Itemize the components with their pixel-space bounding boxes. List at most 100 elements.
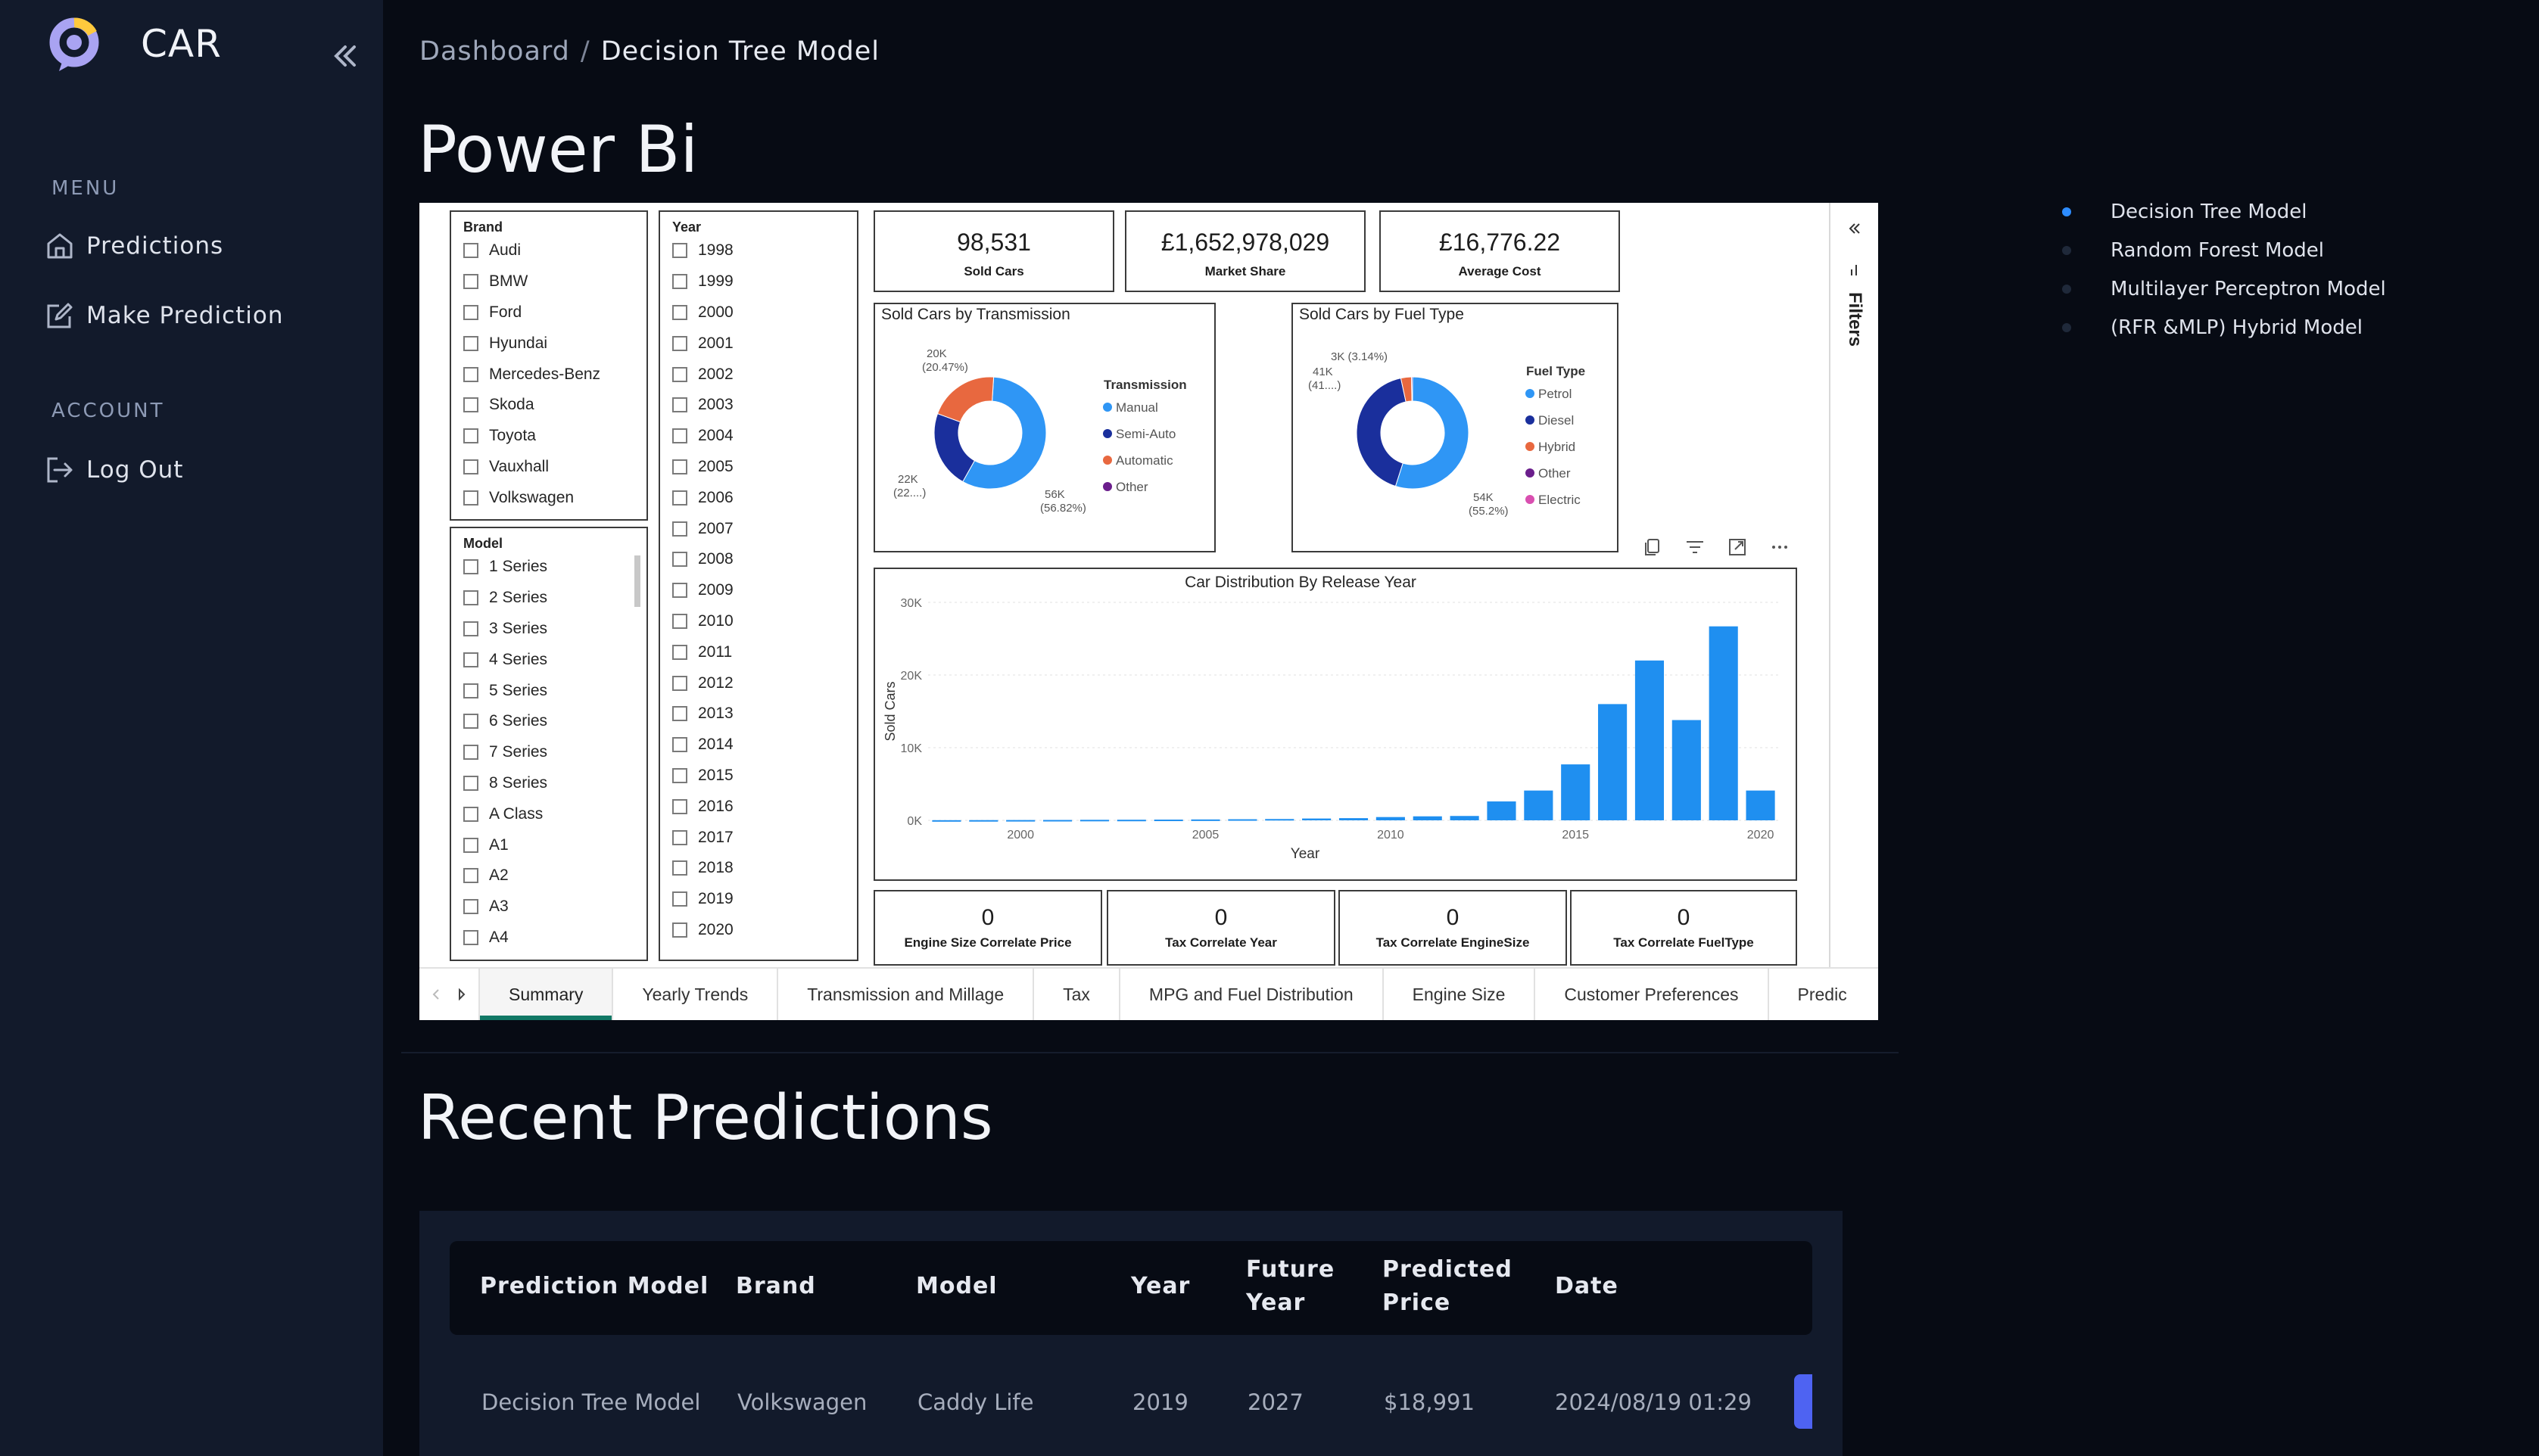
- slicer-item[interactable]: 2000: [660, 297, 857, 328]
- tab-prev-icon[interactable]: [431, 987, 441, 1002]
- slicer-item[interactable]: 1998: [660, 235, 857, 266]
- model-nav-random-forest[interactable]: Random Forest Model: [2062, 231, 2386, 269]
- header-model[interactable]: Model: [916, 1270, 998, 1303]
- header-date[interactable]: Date: [1555, 1270, 1618, 1303]
- slicer-item[interactable]: 1999: [660, 266, 857, 297]
- slicer-item[interactable]: 2018: [660, 853, 857, 884]
- slicer-item[interactable]: 3 Series: [451, 614, 646, 645]
- slicer-item[interactable]: A1: [451, 829, 646, 860]
- header-predicted-price[interactable]: Predicted Price: [1382, 1253, 1512, 1320]
- tab-customer-preferences[interactable]: Customer Preferences: [1534, 969, 1767, 1020]
- expand-filters-icon[interactable]: [1847, 221, 1862, 236]
- checkbox[interactable]: [463, 621, 478, 636]
- header-brand[interactable]: Brand: [736, 1270, 816, 1303]
- checkbox[interactable]: [463, 590, 478, 606]
- slicer-item[interactable]: 5 Series: [451, 675, 646, 706]
- slicer-item[interactable]: 6 Series: [451, 706, 646, 737]
- checkbox[interactable]: [463, 899, 478, 915]
- checkbox[interactable]: [672, 552, 687, 568]
- checkbox[interactable]: [672, 767, 687, 783]
- checkbox[interactable]: [463, 806, 478, 822]
- checkbox[interactable]: [463, 459, 478, 474]
- checkbox[interactable]: [463, 397, 478, 413]
- checkbox[interactable]: [463, 837, 478, 853]
- checkbox[interactable]: [463, 304, 478, 320]
- checkbox[interactable]: [672, 335, 687, 351]
- slicer-item[interactable]: 2016: [660, 791, 857, 822]
- slicer-item[interactable]: 2007: [660, 513, 857, 544]
- checkbox[interactable]: [672, 304, 687, 320]
- checkbox[interactable]: [463, 274, 478, 290]
- slicer-item[interactable]: 2012: [660, 667, 857, 698]
- checkbox[interactable]: [672, 860, 687, 876]
- header-future-year[interactable]: Future Year: [1246, 1253, 1335, 1320]
- slicer-item[interactable]: A3: [451, 891, 646, 922]
- checkbox[interactable]: [672, 922, 687, 938]
- nav-make-prediction[interactable]: Make Prediction: [44, 300, 284, 331]
- checkbox[interactable]: [672, 521, 687, 537]
- slicer-item[interactable]: 1 Series: [451, 552, 646, 583]
- checkbox[interactable]: [463, 775, 478, 791]
- filters-pane[interactable]: Filters: [1829, 203, 1878, 967]
- slicer-item[interactable]: 2019: [660, 884, 857, 915]
- model-nav-decision-tree[interactable]: Decision Tree Model: [2062, 192, 2386, 231]
- nav-log-out[interactable]: Log Out: [44, 454, 183, 486]
- slicer-item[interactable]: 2 Series: [451, 583, 646, 614]
- slicer-item[interactable]: 2002: [660, 359, 857, 390]
- slicer-item[interactable]: A Class: [451, 798, 646, 829]
- checkbox[interactable]: [672, 829, 687, 845]
- slicer-item[interactable]: Volkswagen: [451, 482, 646, 513]
- tab-next-icon[interactable]: [456, 987, 467, 1002]
- checkbox[interactable]: [463, 243, 478, 259]
- slicer-item[interactable]: Vauxhall: [451, 452, 646, 483]
- slicer-item[interactable]: Skoda: [451, 390, 646, 421]
- breadcrumb-dashboard[interactable]: Dashboard: [419, 36, 570, 67]
- slicer-item[interactable]: 2014: [660, 730, 857, 761]
- checkbox[interactable]: [672, 397, 687, 413]
- checkbox[interactable]: [672, 675, 687, 691]
- checkbox[interactable]: [463, 683, 478, 698]
- checkbox[interactable]: [672, 490, 687, 506]
- checkbox[interactable]: [463, 868, 478, 884]
- checkbox[interactable]: [672, 613, 687, 629]
- slicer-item[interactable]: A4: [451, 922, 646, 954]
- checkbox[interactable]: [672, 891, 687, 907]
- collapse-sidebar-button[interactable]: [329, 39, 362, 73]
- release-year-bar-visual[interactable]: Car Distribution By Release Year 0K 10K 20K…: [874, 568, 1797, 881]
- slicer-item[interactable]: 2020: [660, 915, 857, 946]
- header-year[interactable]: Year: [1131, 1270, 1190, 1303]
- slicer-item[interactable]: A2: [451, 860, 646, 891]
- transmission-donut-visual[interactable]: Sold Cars by Transmission 56K (56.82%) 22K…: [874, 303, 1216, 552]
- checkbox[interactable]: [672, 644, 687, 660]
- brand[interactable]: CAR: [48, 14, 222, 74]
- slicer-item[interactable]: 2001: [660, 328, 857, 359]
- slicer-item[interactable]: 2011: [660, 636, 857, 667]
- slicer-item[interactable]: Mercedes-Benz: [451, 359, 646, 390]
- filter-icon[interactable]: [1684, 536, 1706, 558]
- copy-icon[interactable]: [1641, 536, 1664, 558]
- checkbox[interactable]: [672, 243, 687, 259]
- checkbox[interactable]: [672, 706, 687, 722]
- checkbox[interactable]: [672, 583, 687, 599]
- focus-mode-icon[interactable]: [1726, 536, 1749, 558]
- slicer-item[interactable]: 2015: [660, 761, 857, 792]
- nav-predictions[interactable]: Predictions: [44, 230, 223, 262]
- header-prediction-model[interactable]: Prediction Model: [480, 1270, 709, 1303]
- slicer-item[interactable]: 2006: [660, 482, 857, 513]
- checkbox[interactable]: [672, 428, 687, 444]
- checkbox[interactable]: [463, 652, 478, 667]
- slicer-item[interactable]: 4 Series: [451, 644, 646, 675]
- slicer-item[interactable]: 2005: [660, 452, 857, 483]
- checkbox[interactable]: [672, 737, 687, 753]
- slicer-item[interactable]: 2009: [660, 575, 857, 606]
- slicer-item[interactable]: 2017: [660, 822, 857, 853]
- checkbox[interactable]: [463, 929, 478, 945]
- slicer-item[interactable]: 2004: [660, 421, 857, 452]
- model-nav-mlp[interactable]: Multilayer Perceptron Model: [2062, 269, 2386, 308]
- tab-transmission-and-millage[interactable]: Transmission and Millage: [777, 969, 1033, 1020]
- checkbox[interactable]: [463, 714, 478, 730]
- checkbox[interactable]: [672, 274, 687, 290]
- slicer-item[interactable]: Toyota: [451, 421, 646, 452]
- powerbi-report[interactable]: Brand Audi BMW Ford Hyundai Mercedes-Benz Sko…: [419, 203, 1878, 1020]
- tab-yearly-trends[interactable]: Yearly Trends: [612, 969, 777, 1020]
